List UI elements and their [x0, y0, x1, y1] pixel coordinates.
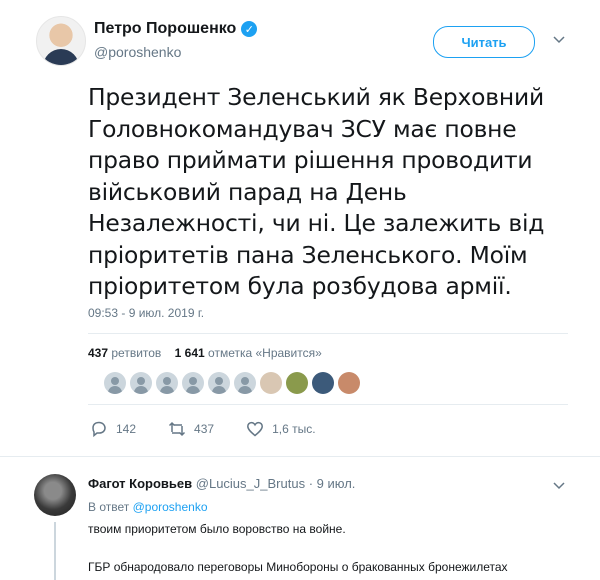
retweets-stat[interactable]: 437 ретвитов [88, 346, 161, 360]
retweet-button[interactable]: 437 [168, 420, 214, 438]
reply-icon [92, 421, 106, 438]
liker-avatar[interactable] [234, 372, 256, 394]
tweet-timestamp[interactable]: 09:53 - 9 июл. 2019 г. [88, 306, 204, 320]
liker-avatar[interactable] [260, 372, 282, 394]
liker-avatar[interactable] [156, 372, 178, 394]
author-avatar[interactable] [36, 16, 86, 66]
retweet-icon [169, 421, 186, 437]
divider [0, 456, 600, 457]
author-handle[interactable]: @poroshenko [94, 44, 181, 60]
thread-line [54, 522, 56, 580]
divider [88, 333, 568, 334]
follow-button[interactable]: Читать [433, 26, 535, 58]
heart-icon [247, 421, 264, 437]
reply-author-name[interactable]: Фагот Коровьев [88, 476, 192, 491]
reply-header: Фагот Коровьев @Lucius_J_Brutus · 9 июл. [88, 476, 355, 491]
author-name-row[interactable]: Петро Порошенко ✓ [94, 20, 258, 38]
likers-avatars [104, 372, 360, 394]
reply-date[interactable]: · 9 июл. [309, 476, 356, 491]
liker-avatar[interactable] [130, 372, 152, 394]
likes-stat[interactable]: 1 641 отметка «Нравится» [175, 346, 322, 360]
chevron-down-icon[interactable] [553, 480, 565, 492]
tweet-text: Президент Зеленський як Верховний Головн… [88, 83, 545, 300]
like-button[interactable]: 1,6 тыс. [246, 420, 316, 438]
reply-button[interactable]: 142 [90, 420, 136, 438]
reply-author-avatar[interactable] [34, 474, 76, 516]
liker-avatar[interactable] [312, 372, 334, 394]
liker-avatar[interactable] [338, 372, 360, 394]
in-reply-to: В ответ @poroshenko [88, 500, 208, 514]
tweet-stats: 437 ретвитов 1 641 отметка «Нравится» [88, 346, 322, 360]
divider [88, 404, 568, 405]
in-reply-handle-link[interactable]: @poroshenko [133, 500, 208, 514]
chevron-down-icon[interactable] [553, 34, 565, 46]
reply-text-line1: твоим приоритетом было воровство на войн… [88, 522, 346, 536]
reply-author-handle[interactable]: @Lucius_J_Brutus [196, 476, 305, 491]
tweet-actions: 142 437 1,6 тыс. [90, 420, 348, 438]
liker-avatar[interactable] [182, 372, 204, 394]
liker-avatar[interactable] [104, 372, 126, 394]
liker-avatar[interactable] [286, 372, 308, 394]
liker-avatar[interactable] [208, 372, 230, 394]
verified-badge-icon: ✓ [241, 21, 258, 37]
reply-text-line2: ГБР обнародовало переговоры Минобороны о… [88, 560, 508, 574]
author-name[interactable]: Петро Порошенко [94, 20, 236, 38]
